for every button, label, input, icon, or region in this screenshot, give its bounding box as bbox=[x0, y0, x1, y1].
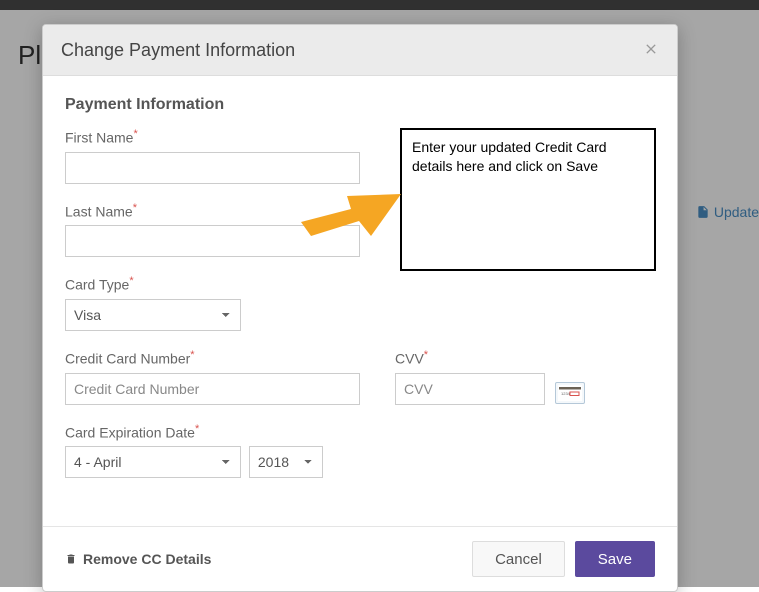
cancel-button[interactable]: Cancel bbox=[472, 541, 565, 577]
exp-group: Card Expiration Date* 4 - April 2018 bbox=[65, 423, 655, 479]
modal-header: Change Payment Information bbox=[43, 25, 677, 76]
remove-cc-label: Remove CC Details bbox=[83, 551, 211, 567]
first-name-input[interactable] bbox=[65, 152, 360, 184]
cc-number-group: Credit Card Number* bbox=[65, 349, 360, 405]
card-type-group: Card Type* Visa bbox=[65, 275, 360, 331]
exp-year-select[interactable]: 2018 bbox=[249, 446, 323, 478]
card-type-label: Card Type* bbox=[65, 275, 360, 293]
first-name-label: First Name* bbox=[65, 128, 360, 146]
credit-card-icon: 1234 bbox=[555, 382, 585, 404]
last-name-label: Last Name* bbox=[65, 202, 360, 220]
info-annotation: Enter your updated Credit Card details h… bbox=[400, 128, 656, 271]
close-icon bbox=[643, 41, 659, 57]
trash-icon bbox=[65, 552, 77, 566]
card-type-select[interactable]: Visa bbox=[65, 299, 241, 331]
modal-footer: Remove CC Details Cancel Save bbox=[43, 526, 677, 591]
cvv-label: CVV* bbox=[395, 349, 655, 367]
last-name-input[interactable] bbox=[65, 225, 360, 257]
exp-month-select[interactable]: 4 - April bbox=[65, 446, 241, 478]
cvv-group: CVV* 1234 bbox=[395, 349, 655, 405]
last-name-group: Last Name* bbox=[65, 202, 360, 258]
payment-modal: Change Payment Information Payment Infor… bbox=[42, 24, 678, 592]
first-name-group: First Name* bbox=[65, 128, 360, 184]
exp-label: Card Expiration Date* bbox=[65, 423, 655, 441]
section-title: Payment Information bbox=[65, 96, 655, 114]
cc-number-label: Credit Card Number* bbox=[65, 349, 360, 367]
cvv-input[interactable] bbox=[395, 373, 545, 405]
modal-body: Payment Information First Name* Last Nam… bbox=[43, 76, 677, 526]
remove-cc-link[interactable]: Remove CC Details bbox=[65, 551, 211, 567]
save-button[interactable]: Save bbox=[575, 541, 655, 577]
svg-text:1234: 1234 bbox=[561, 391, 571, 396]
modal-title: Change Payment Information bbox=[61, 40, 295, 61]
cc-number-input[interactable] bbox=[65, 373, 360, 405]
close-button[interactable] bbox=[643, 39, 659, 61]
